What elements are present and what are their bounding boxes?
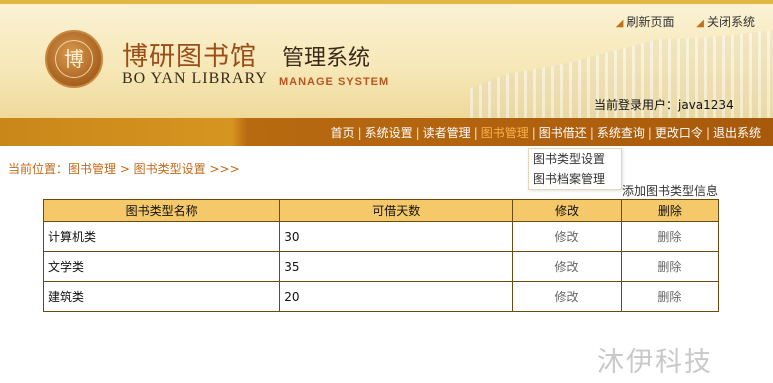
table-row: 计算机类 30 修改 删除 xyxy=(42,221,720,252)
type-name-cell: 计算机类 xyxy=(42,221,281,252)
main-nav: 首页 | 系统设置 | 读者管理 | 图书管理 | 图书借还 | 系统查询 | 更改口令 | 退出系统 xyxy=(331,124,761,141)
type-name-cell: 文学类 xyxy=(42,251,281,282)
nav-separator: | xyxy=(705,126,710,140)
nav-item-book-management[interactable]: 图书管理 xyxy=(481,126,529,140)
nav-item-logout[interactable]: 退出系统 xyxy=(713,126,761,140)
refresh-page-label: 刷新页面 xyxy=(626,15,675,29)
watermark: 沐伊科技 xyxy=(597,347,713,378)
title-en-suffix: MANAGE SYSTEM xyxy=(279,76,390,88)
delete-link[interactable]: 删除 xyxy=(620,251,720,282)
edit-link[interactable]: 修改 xyxy=(512,281,622,312)
table-row: 文学类 35 修改 删除 xyxy=(42,251,720,282)
breadcrumb: 当前位置：图书管理 > 图书类型设置 >>> xyxy=(8,162,240,176)
nav-separator: | xyxy=(357,126,362,140)
borrow-days-cell: 30 xyxy=(279,221,514,252)
refresh-page-link[interactable]: ◢ 刷新页面 xyxy=(616,15,675,29)
nav-item-book-borrow-return[interactable]: 图书借还 xyxy=(539,126,587,140)
nav-item-system-query[interactable]: 系统查询 xyxy=(597,126,645,140)
header-borrow-days: 可借天数 xyxy=(279,199,514,222)
nav-item-home[interactable]: 首页 xyxy=(331,126,355,140)
nav-separator: | xyxy=(473,126,478,140)
dropdown-item-book-type-settings[interactable]: 图书类型设置 xyxy=(529,149,621,169)
nav-item-reader-management[interactable]: 读者管理 xyxy=(423,126,471,140)
close-marker-icon: ◢ xyxy=(696,18,704,29)
delete-link[interactable]: 删除 xyxy=(620,281,720,312)
close-system-label: 关闭系统 xyxy=(706,15,755,29)
table-row: 建筑类 20 修改 删除 xyxy=(42,281,720,312)
nav-item-system-settings[interactable]: 系统设置 xyxy=(365,126,413,140)
title-cn: 博研图书馆 xyxy=(122,42,258,72)
delete-link[interactable]: 删除 xyxy=(620,221,720,252)
current-user-name: java1234 xyxy=(678,98,734,112)
dropdown-item-book-archive-management[interactable]: 图书档案管理 xyxy=(529,169,621,189)
refresh-marker-icon: ◢ xyxy=(615,18,624,29)
nav-separator: | xyxy=(415,126,420,140)
nav-separator: | xyxy=(647,126,652,140)
header-edit: 修改 xyxy=(512,199,622,222)
borrow-days-cell: 35 xyxy=(279,251,514,282)
nav-separator: | xyxy=(589,126,594,140)
header: 博 博研图书馆 管理系统 BO YAN LIBRARY MANAGE SYSTE… xyxy=(0,0,773,118)
table-header-row: 图书类型名称 可借天数 修改 删除 xyxy=(42,199,720,222)
header-type-name: 图书类型名称 xyxy=(42,199,281,222)
close-system-link[interactable]: ◢ 关闭系统 xyxy=(696,15,755,29)
type-name-cell: 建筑类 xyxy=(42,281,281,312)
title-cn-suffix: 管理系统 xyxy=(282,46,371,71)
borrow-days-cell: 20 xyxy=(279,281,514,312)
add-book-type-link[interactable]: 添加图书类型信息 xyxy=(622,182,718,199)
book-type-table: 图书类型名称 可借天数 修改 删除 计算机类 30 修改 删除 文学类 35 修… xyxy=(42,199,720,312)
top-links: ◢ 刷新页面 ◢ 关闭系统 xyxy=(598,13,755,30)
book-management-dropdown: 图书类型设置 图书档案管理 xyxy=(528,148,622,190)
header-top-line xyxy=(0,0,773,4)
header-delete: 删除 xyxy=(620,199,720,222)
current-user-label: 当前登录用户： xyxy=(594,98,679,112)
current-user: 当前登录用户：java1234 xyxy=(594,96,734,113)
edit-link[interactable]: 修改 xyxy=(512,221,622,252)
nav-item-change-password[interactable]: 更改口令 xyxy=(655,126,703,140)
library-seal-logo: 博 xyxy=(45,30,103,88)
nav-bar: 首页 | 系统设置 | 读者管理 | 图书管理 | 图书借还 | 系统查询 | 更改口令 | 退出系统 xyxy=(0,118,773,146)
nav-separator: | xyxy=(531,126,536,140)
seal-char: 博 xyxy=(55,40,93,78)
title-en: BO YAN LIBRARY xyxy=(122,70,268,87)
edit-link[interactable]: 修改 xyxy=(512,251,622,282)
